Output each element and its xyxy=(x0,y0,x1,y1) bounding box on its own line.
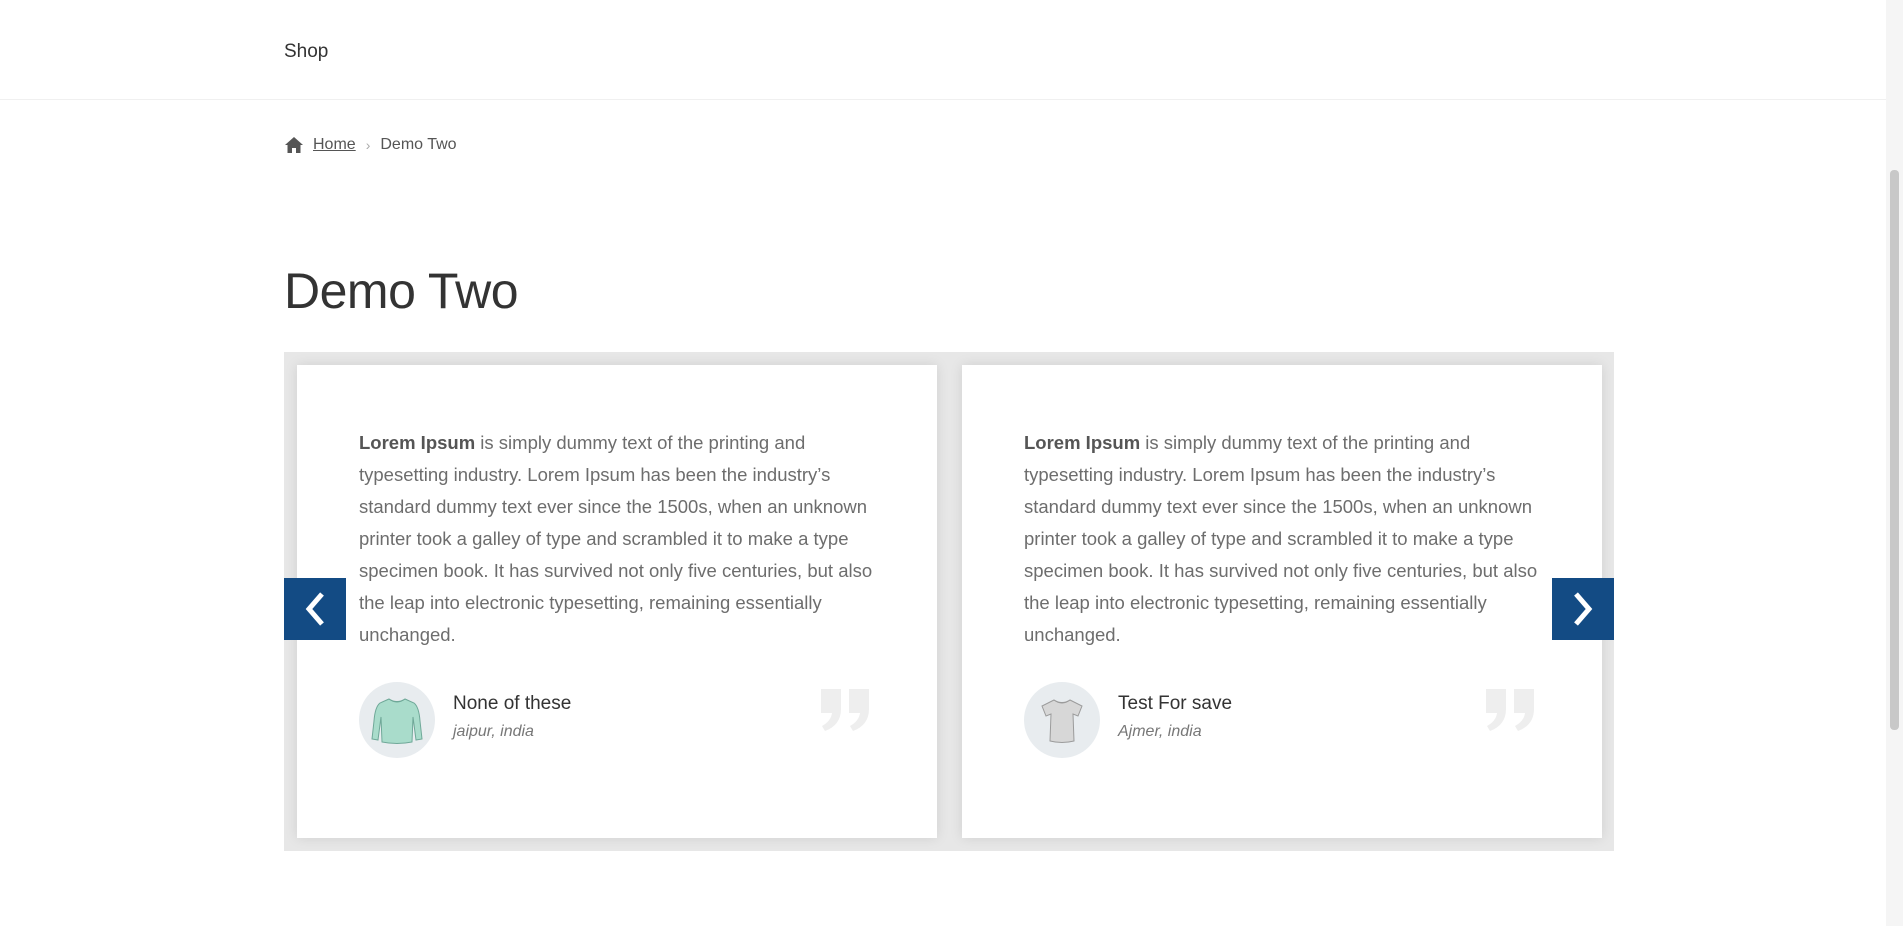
quote-mark-icon xyxy=(817,687,873,733)
avatar xyxy=(359,682,435,758)
breadcrumb-home-link[interactable]: Home xyxy=(313,136,356,154)
slider-next-button[interactable] xyxy=(1552,578,1614,640)
testimonial-body: is simply dummy text of the printing and… xyxy=(1024,432,1538,645)
breadcrumb-current: Demo Two xyxy=(380,136,457,153)
testimonial-card: Lorem Ipsum is simply dummy text of the … xyxy=(297,365,937,838)
author-location: Ajmer, india xyxy=(1118,723,1202,740)
breadcrumb: Home › Demo Two xyxy=(284,133,457,157)
scrollbar-thumb[interactable] xyxy=(1890,170,1899,730)
home-icon xyxy=(284,136,304,154)
testimonial-author: Test For save Ajmer, india xyxy=(1024,682,1232,758)
tshirt-icon xyxy=(1041,699,1083,743)
site-header: Shop xyxy=(0,0,1903,100)
chevron-left-icon xyxy=(305,592,324,626)
nav-shop-link[interactable]: Shop xyxy=(284,41,328,63)
quote-mark-icon xyxy=(1482,687,1538,733)
testimonial-bold-lead: Lorem Ipsum xyxy=(1024,432,1141,453)
author-name: None of these xyxy=(453,693,572,714)
author-location: jaipur, india xyxy=(453,723,534,740)
slider-prev-button[interactable] xyxy=(284,578,346,640)
testimonial-text: Lorem Ipsum is simply dummy text of the … xyxy=(359,427,879,651)
testimonial-body: is simply dummy text of the printing and… xyxy=(359,432,873,645)
avatar xyxy=(1024,682,1100,758)
testimonial-card: Lorem Ipsum is simply dummy text of the … xyxy=(962,365,1602,838)
breadcrumb-separator-icon: › xyxy=(365,137,371,153)
author-name: Test For save xyxy=(1118,693,1233,714)
testimonial-author: None of these jaipur, india xyxy=(359,682,571,758)
page-scrollbar[interactable] xyxy=(1886,0,1903,926)
testimonial-slider: Lorem Ipsum is simply dummy text of the … xyxy=(284,352,1614,851)
chevron-right-icon xyxy=(1574,592,1593,626)
testimonial-text: Lorem Ipsum is simply dummy text of the … xyxy=(1024,427,1544,651)
long-sleeve-shirt-icon xyxy=(371,698,423,744)
page-title: Demo Two xyxy=(284,263,519,319)
testimonial-bold-lead: Lorem Ipsum xyxy=(359,432,476,453)
